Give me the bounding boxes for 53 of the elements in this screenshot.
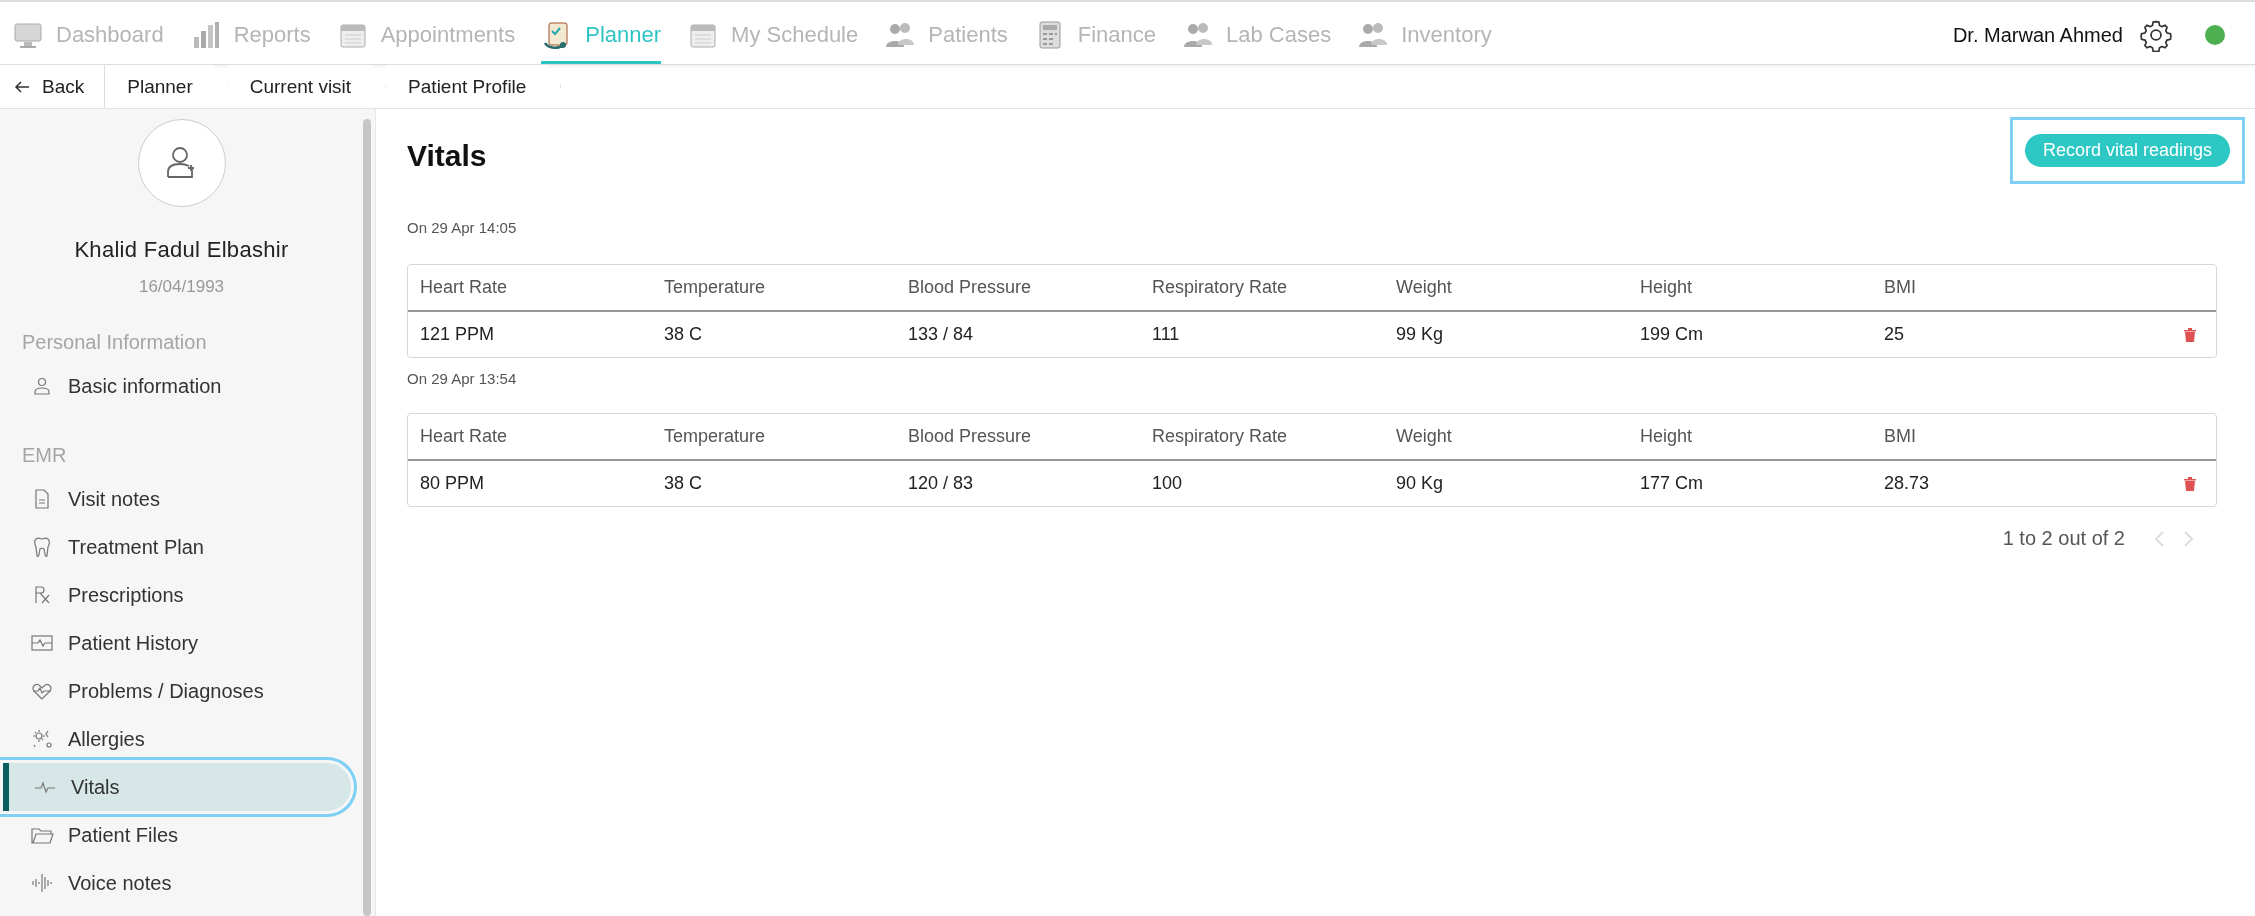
column-header: Heart Rate <box>420 277 509 298</box>
table-cell-text: 121 PPM <box>420 324 496 345</box>
sidebar-item[interactable]: Basic information <box>0 362 351 410</box>
column-header: Heart Rate <box>420 426 509 447</box>
scrollbar[interactable] <box>363 119 371 916</box>
delete-icon[interactable] <box>2184 327 2196 342</box>
settings-icon[interactable] <box>2139 18 2173 52</box>
table-cell-text: 38 C <box>664 324 704 345</box>
page-title: Vitals <box>407 139 487 173</box>
table-cell-text: 177 Cm <box>1640 473 1705 494</box>
sidebar-item[interactable]: Treatment Plan <box>0 523 351 571</box>
delete-icon[interactable] <box>2184 476 2196 491</box>
user-name: Dr. Marwan Ahmed <box>1952 23 2123 47</box>
section-heading: EMR <box>21 444 68 467</box>
table-cell-text: 111 <box>1152 324 1181 345</box>
sidebar-item[interactable]: Patient History <box>0 619 351 667</box>
column-header: Temperature <box>664 277 767 298</box>
table-cell-text: 133 / 84 <box>908 324 975 345</box>
column-header: Respiratory Rate <box>1152 277 1289 298</box>
column-header: Blood Pressure <box>908 426 1033 447</box>
sidebar-item[interactable]: Allergies <box>0 715 351 763</box>
pagination-summary: 1 to 2 out of 2 <box>2002 527 2125 550</box>
allergy-icon <box>30 727 54 751</box>
column-header: Respiratory Rate <box>1152 426 1289 447</box>
table-cell-text: 90 Kg <box>1396 473 1445 494</box>
back-arrow-icon <box>14 79 30 94</box>
table-cell-text: 120 / 83 <box>908 473 975 494</box>
sidebar-item[interactable]: Visit notes <box>0 475 351 523</box>
sidebar-item[interactable]: Patient Files <box>0 811 351 859</box>
column-header: Blood Pressure <box>908 277 1033 298</box>
table-cell-text: 28.73 <box>1884 473 1931 494</box>
column-header: Height <box>1640 426 1694 447</box>
waveform-icon <box>30 871 54 895</box>
column-header: Weight <box>1396 426 1453 447</box>
reading-date: On 29 Apr 13:54 <box>407 370 518 387</box>
column-header: BMI <box>1884 426 1917 447</box>
table-cell-text: 99 Kg <box>1396 324 1445 345</box>
table-cell-text: 100 <box>1152 473 1184 494</box>
table-cell-text: 25 <box>1884 324 1906 345</box>
column-header: BMI <box>1884 277 1917 298</box>
column-header: Weight <box>1396 277 1453 298</box>
patient-name: Khalid Fadul Elbashir <box>73 237 290 263</box>
birth-date: 16/04/1993 <box>137 277 226 297</box>
reading-date: On 29 Apr 14:05 <box>407 219 518 236</box>
column-header: Temperature <box>664 426 767 447</box>
section-heading: Personal Information <box>21 331 208 354</box>
sidebar-item[interactable]: Prescriptions <box>0 571 351 619</box>
sidebar-item[interactable]: Problems / Diagnoses <box>0 667 351 715</box>
table-cell-text: 38 C <box>664 473 704 494</box>
column-header: Height <box>1640 277 1694 298</box>
table-cell-text: 80 PPM <box>420 473 486 494</box>
sidebar-item[interactable]: Voice notes <box>0 859 351 907</box>
table-cell-text: 199 Cm <box>1640 324 1705 345</box>
